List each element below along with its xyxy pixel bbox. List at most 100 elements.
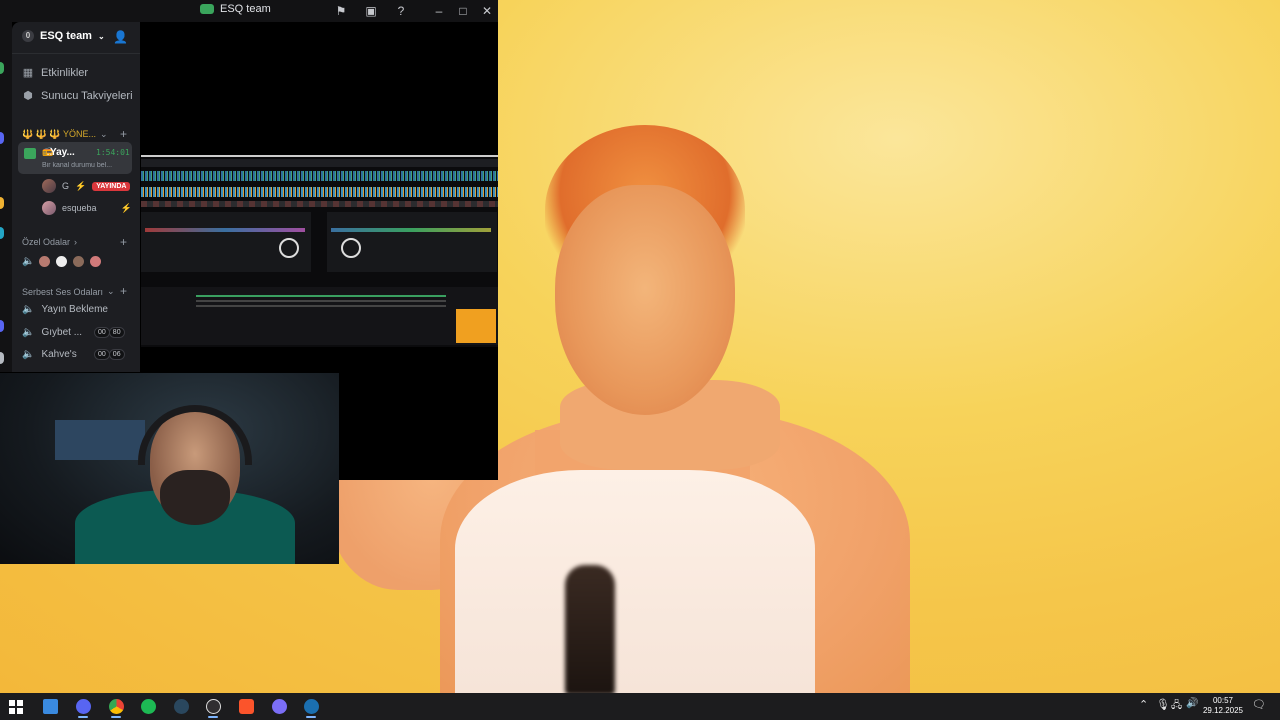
performer-tank-top	[455, 470, 815, 695]
track-browser	[141, 287, 498, 345]
channel-sidebar: 0 ESQ team ⌄ 👤 ▦ Etkinlikler ⬢ Sunucu Ta…	[12, 22, 140, 372]
maximize-icon[interactable]: □	[455, 3, 471, 19]
taskbar-discord-2[interactable]	[267, 695, 291, 718]
server-indicator[interactable]	[0, 197, 4, 209]
count-limit: 06	[108, 349, 125, 360]
boost-icon: ⬢	[23, 90, 33, 102]
server-indicator[interactable]	[0, 352, 4, 364]
channel-status: Bir kanal durumu bel...	[42, 162, 113, 169]
taskbar-steam[interactable]	[169, 695, 193, 718]
add-channel-icon[interactable]: +	[120, 127, 127, 141]
taskbar-obs[interactable]	[201, 695, 225, 718]
promo-banner	[456, 309, 496, 343]
channel-timer: 1:54:01	[96, 148, 130, 157]
server-logo-icon	[200, 4, 214, 14]
count-current: 00	[94, 349, 110, 360]
avatar	[42, 179, 56, 193]
user-name: G	[62, 181, 70, 191]
live-badge: YAYINDA	[92, 181, 131, 191]
user-limit-pill: 00 80	[94, 327, 125, 338]
server-indicator[interactable]	[0, 320, 4, 332]
chevron-down-icon: ⌄	[99, 129, 108, 139]
waveform-deck-1	[141, 171, 498, 181]
window-title-text: ESQ team	[220, 3, 271, 15]
category-private[interactable]: Özel Odalar ›	[22, 237, 77, 247]
taskbar-chrome[interactable]	[104, 695, 128, 718]
steam-icon	[173, 699, 189, 714]
category-staff-label: 🔱 🔱 🔱 YÖNE...	[22, 129, 96, 139]
title-bar: ESQ team ⚑ ▣ ? – □ ✕	[0, 0, 498, 22]
volume-icon[interactable]: 🔊	[1186, 698, 1198, 709]
track-row	[196, 295, 446, 297]
taskbar-explorer[interactable]	[38, 695, 62, 718]
private-room-row[interactable]: 🔈	[22, 255, 103, 268]
mute-icon: ⚡	[120, 202, 132, 213]
spotify-icon	[140, 699, 156, 714]
channel-name: Yay...	[50, 147, 75, 158]
voice-channel-name: Gıybet ...	[41, 327, 83, 338]
waveform-deck-2	[141, 187, 498, 197]
jog-wheel-2	[341, 238, 361, 258]
server-name: ESQ team	[40, 30, 92, 42]
desktop: ESQ team ⚑ ▣ ? – □ ✕ 0 ESQ team ⌄ 👤 ▦ Et…	[0, 0, 1280, 720]
taskbar-spotify[interactable]	[136, 695, 160, 718]
category-free-voice[interactable]: Serbest Ses Odaları ⌄	[22, 286, 115, 297]
user-name: esqueba	[62, 203, 97, 213]
voice-user[interactable]: esqueba ⚡	[42, 201, 132, 215]
divider	[12, 53, 140, 54]
network-icon[interactable]: 🖧	[1171, 698, 1182, 715]
clock-time: 00:57	[1212, 696, 1234, 705]
nav-events-label: Etkinlikler	[41, 67, 89, 79]
calendar-icon: ▦	[22, 67, 34, 79]
shared-screen-dj-software	[141, 155, 498, 347]
count-current: 00	[94, 327, 110, 338]
server-indicator[interactable]	[0, 62, 4, 74]
category-staff[interactable]: 🔱 🔱 🔱 YÖNE... ⌄	[22, 129, 108, 140]
clock-date: 29.12.2025	[1202, 706, 1244, 715]
speaker-icon: 🔈	[22, 256, 35, 267]
voice-channel[interactable]: 🔈 Yayın Bekleme	[22, 304, 108, 315]
taskbar-discord[interactable]	[71, 695, 95, 718]
nav-server-boosts[interactable]: ⬢ Sunucu Takviyeleri	[22, 90, 132, 102]
close-icon[interactable]: ✕	[479, 3, 495, 19]
taskbar-brave[interactable]	[234, 695, 258, 718]
server-header[interactable]: 0 ESQ team ⌄	[22, 30, 105, 42]
track-row	[196, 305, 446, 307]
speaker-icon: 🔈	[22, 304, 35, 315]
clock[interactable]: 00:57 29.12.2025	[1198, 696, 1248, 716]
add-channel-icon[interactable]: +	[120, 235, 127, 249]
streamer-beard	[160, 470, 230, 525]
minimize-icon[interactable]: –	[431, 3, 447, 19]
voice-channel[interactable]: 🔈 Kahve's	[22, 349, 77, 360]
help-icon[interactable]: ?	[393, 3, 409, 19]
nav-events[interactable]: ▦ Etkinlikler	[22, 67, 88, 79]
category-private-label: Özel Odalar	[22, 237, 71, 247]
webcam-poster	[55, 420, 145, 460]
notification-icon[interactable]: 🗨	[1252, 698, 1266, 711]
flag-icon[interactable]: ⚑	[333, 3, 349, 19]
chevron-down-icon: ⌄	[107, 286, 115, 296]
deck-2	[327, 212, 497, 272]
server-list	[0, 22, 12, 372]
speaker-icon	[24, 148, 36, 159]
windows-icon	[9, 699, 23, 714]
avatar	[38, 255, 52, 268]
server-indicator[interactable]	[0, 227, 4, 239]
explorer-icon	[42, 699, 58, 714]
deck-2-bar	[331, 228, 491, 232]
microphone-icon[interactable]: 🎙	[1156, 698, 1170, 711]
voice-channel[interactable]: 🔈 Gıybet ...	[22, 327, 82, 338]
voice-user[interactable]: G ⚡ YAYINDA	[42, 179, 131, 193]
window-title: ESQ team	[200, 3, 271, 15]
speaker-icon: 🔈	[22, 349, 35, 360]
start-button[interactable]	[4, 695, 28, 718]
invite-user-icon[interactable]: 👤	[113, 30, 128, 44]
chrome-icon	[108, 699, 124, 714]
add-channel-icon[interactable]: +	[120, 284, 127, 298]
server-indicator[interactable]	[0, 132, 4, 144]
screen-share-icon[interactable]: ▣	[363, 3, 379, 19]
avatar	[72, 255, 86, 268]
chevron-up-icon[interactable]: ⌃	[1139, 698, 1148, 711]
voice-channel-name: Yayın Bekleme	[41, 304, 108, 315]
taskbar-steam-2[interactable]	[299, 695, 323, 718]
